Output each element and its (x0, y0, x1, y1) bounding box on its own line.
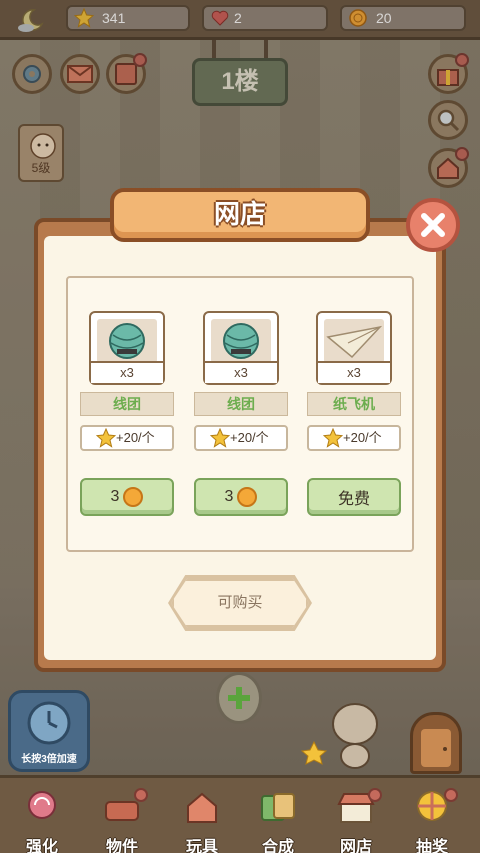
nav-item-toys[interactable]: 玩具 (170, 790, 234, 853)
shop-item-card[interactable]: x3 (89, 311, 165, 385)
buy-button[interactable]: 3 (194, 478, 288, 516)
nav-label: 抽奖 (415, 839, 448, 853)
nav-item-shop[interactable]: 网店 (324, 788, 388, 853)
star-icon (96, 428, 116, 448)
notification-dot (444, 788, 458, 802)
nav-item-strengthen[interactable]: 强化 (10, 790, 74, 853)
item-name: 线团 (194, 392, 288, 416)
item-reward: +20/个 (194, 425, 288, 451)
nav-label: 物件 (105, 839, 138, 853)
item-quantity: x3 (91, 361, 163, 383)
close-icon (421, 213, 445, 237)
yarn-icon (109, 323, 145, 359)
item-quantity: x3 (318, 361, 390, 383)
reward-text: +20/个 (116, 430, 155, 445)
free-button[interactable]: 免费 (307, 478, 401, 516)
buy-button[interactable]: 3 (80, 478, 174, 516)
plus-icon (228, 687, 250, 709)
price-text: 3 (224, 488, 234, 505)
yarn-ball-image (97, 319, 157, 363)
notification-dot (368, 788, 382, 802)
nav-label: 网店 (339, 839, 372, 853)
yarn-ball-image (211, 319, 271, 363)
can-buy-button[interactable]: 可购买 (171, 578, 309, 628)
notification-dot (134, 788, 148, 802)
item-reward: +20/个 (307, 425, 401, 451)
price-text: 免费 (337, 491, 370, 508)
close-button[interactable] (406, 198, 460, 252)
shop-item-card[interactable]: x3 (316, 311, 392, 385)
paw-coin-icon (237, 487, 258, 507)
yarn-icon (223, 323, 259, 359)
paper-plane-image (324, 319, 384, 363)
add-pet-button[interactable] (216, 672, 262, 724)
star-icon (323, 428, 343, 448)
clock-icon (27, 701, 71, 745)
nav-label: 玩具 (185, 839, 218, 853)
nav-item-merge[interactable]: 合成 (246, 790, 310, 853)
nav-label: 强化 (25, 839, 58, 853)
item-quantity: x3 (205, 361, 277, 383)
shop-item-card[interactable]: x3 (203, 311, 279, 385)
price-text: 3 (110, 488, 120, 505)
reward-text: +20/个 (343, 430, 382, 445)
paw-coin-icon (123, 487, 144, 507)
item-reward: +20/个 (80, 425, 174, 451)
speed-up-label: 长按3倍加速 (21, 754, 77, 765)
lollipop-icon (28, 791, 56, 819)
nav-item-lottery[interactable]: 抽奖 (400, 788, 464, 853)
cards-icon (261, 793, 295, 821)
nav-label: 合成 (261, 839, 294, 853)
door-icon (421, 729, 451, 767)
paper-plane-icon (326, 325, 383, 359)
star-icon (210, 428, 230, 448)
item-name: 线团 (80, 392, 174, 416)
exit-door-button[interactable] (410, 712, 462, 774)
nav-item-items[interactable]: 物件 (90, 788, 154, 853)
modal-title: 网店 (213, 199, 266, 229)
cat-sprite (300, 703, 378, 769)
reward-text: +20/个 (230, 430, 269, 445)
item-name: 纸飞机 (307, 392, 401, 416)
toy-house-icon (187, 792, 217, 823)
